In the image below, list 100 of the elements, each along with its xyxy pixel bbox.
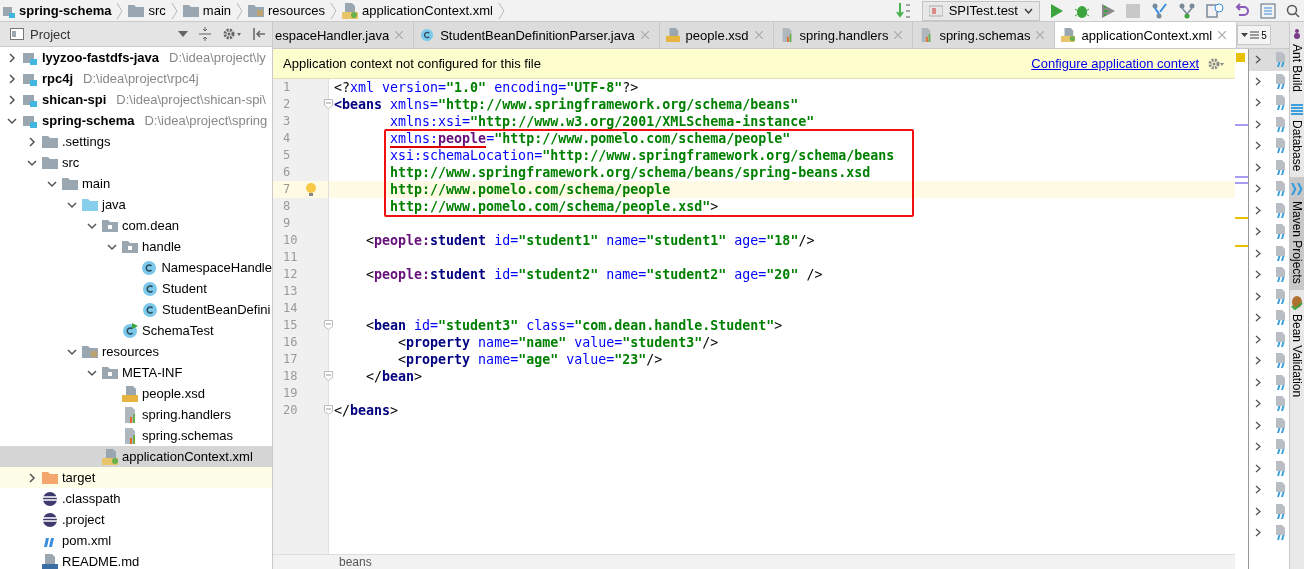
tree-item[interactable]: NamespaceHandle [0, 257, 272, 278]
chevron-icon[interactable] [1255, 248, 1261, 258]
tab-overflow-button[interactable]: 5 [1237, 25, 1271, 45]
tree-item[interactable]: spring.handlers [0, 404, 272, 425]
chevron-icon[interactable] [107, 241, 117, 252]
vcs-commit-icon[interactable] [1178, 1, 1196, 20]
tree-item[interactable]: handle [0, 236, 272, 257]
maven-project-icon[interactable] [1273, 331, 1287, 347]
maven-project-icon[interactable] [1273, 267, 1287, 283]
chevron-icon[interactable] [1255, 377, 1261, 387]
chevron-icon[interactable] [27, 136, 37, 147]
chevron-icon[interactable] [1255, 356, 1261, 366]
tree-item[interactable]: Student [0, 278, 272, 299]
close-icon[interactable] [754, 31, 763, 39]
run-icon[interactable] [1050, 2, 1064, 19]
chevron-icon[interactable] [1255, 55, 1261, 65]
close-icon[interactable] [1036, 31, 1045, 39]
chevron-icon[interactable] [7, 115, 17, 126]
settings-icon[interactable] [1207, 56, 1225, 71]
maven-project-icon[interactable] [1273, 245, 1287, 261]
close-icon[interactable] [1218, 31, 1227, 39]
chevron-icon[interactable] [7, 94, 17, 105]
chevron-icon[interactable] [1255, 420, 1261, 430]
chevron-icon[interactable] [87, 367, 97, 378]
chevron-icon[interactable] [1255, 270, 1261, 280]
editor-breadcrumb[interactable]: beans [339, 555, 372, 569]
maven-project-icon[interactable] [1273, 202, 1287, 218]
hide-panel-icon[interactable] [252, 27, 266, 41]
tree-item[interactable]: src [0, 152, 272, 173]
editor-tab[interactable]: StudentBeanDefinitionParser.java [414, 22, 660, 48]
tree-item[interactable]: target [0, 467, 272, 488]
lightbulb-icon[interactable] [305, 182, 317, 197]
maven-project-icon[interactable] [1273, 374, 1287, 390]
tree-item[interactable]: people.xsd [0, 383, 272, 404]
maven-project-icon[interactable] [1273, 138, 1287, 154]
chevron-icon[interactable] [1255, 506, 1261, 516]
editor-tab[interactable]: people.xsd [659, 22, 774, 48]
maven-project-icon[interactable] [1273, 353, 1287, 369]
tree-item[interactable]: lyyzoo-fastdfs-java D:\idea\project\ly [0, 47, 272, 68]
maven-project-icon[interactable] [1273, 417, 1287, 433]
tool-window-tab[interactable]: Database [1290, 98, 1304, 178]
caret-icon[interactable] [178, 31, 188, 37]
editor-tab[interactable]: spring.handlers [773, 22, 914, 48]
tree-item[interactable]: META-INF [0, 362, 272, 383]
tree-item[interactable]: SchemaTest [0, 320, 272, 341]
tree-item[interactable]: spring.schemas [0, 425, 272, 446]
chevron-icon[interactable] [27, 472, 37, 483]
maven-project-icon[interactable] [1273, 460, 1287, 476]
editor-tab[interactable]: espaceHandler.java [273, 22, 415, 48]
tree-item[interactable]: java [0, 194, 272, 215]
breadcrumb-item[interactable]: main [202, 3, 231, 18]
chevron-icon[interactable] [67, 199, 77, 210]
close-icon[interactable] [395, 31, 404, 39]
tree-item[interactable]: .classpath [0, 488, 272, 509]
fold-marker-icon[interactable] [324, 99, 333, 109]
chevron-icon[interactable] [1255, 205, 1261, 215]
chevron-icon[interactable] [7, 52, 17, 63]
maven-project-icon[interactable] [1273, 482, 1287, 498]
tool-window-tab[interactable]: Maven Projects [1290, 177, 1304, 291]
tree-item[interactable]: .project [0, 509, 272, 530]
search-icon[interactable] [1286, 3, 1300, 18]
tree-item[interactable]: spring-schema D:\idea\project\spring [0, 110, 272, 131]
history-icon[interactable] [1206, 1, 1224, 20]
fold-marker-icon[interactable] [324, 405, 333, 415]
maven-project-icon[interactable] [1273, 439, 1287, 455]
chevron-icon[interactable] [1255, 119, 1261, 129]
breadcrumb-item[interactable]: applicationContext.xml [362, 3, 493, 18]
configure-link[interactable]: Configure application context [1031, 56, 1199, 71]
breadcrumb-item[interactable]: src [148, 3, 166, 18]
chevron-icon[interactable] [1255, 98, 1261, 108]
chevron-icon[interactable] [1255, 399, 1261, 409]
tree-item[interactable]: pom.xml [0, 530, 272, 551]
chevron-icon[interactable] [47, 178, 57, 189]
fold-marker-icon[interactable] [324, 371, 333, 381]
chevron-icon[interactable] [87, 220, 97, 231]
maven-project-icon[interactable] [1273, 224, 1287, 240]
close-icon[interactable] [640, 31, 649, 39]
undo-icon[interactable] [1234, 2, 1250, 19]
tree-item[interactable]: StudentBeanDefini [0, 299, 272, 320]
tree-item[interactable]: rpc4j D:\idea\project\rpc4j [0, 68, 272, 89]
chevron-icon[interactable] [67, 346, 77, 357]
coverage-icon[interactable] [1100, 2, 1116, 19]
editor-tab[interactable]: spring.schemas [913, 22, 1056, 48]
chevron-icon[interactable] [1255, 442, 1261, 452]
maven-project-icon[interactable] [1273, 396, 1287, 412]
chevron-icon[interactable] [1255, 463, 1261, 473]
tree-item[interactable]: main [0, 173, 272, 194]
chevron-icon[interactable] [1255, 485, 1261, 495]
editor-tab[interactable]: applicationContext.xml [1055, 22, 1238, 48]
chevron-icon[interactable] [1255, 291, 1261, 301]
chevron-icon[interactable] [1255, 227, 1261, 237]
tree-item[interactable]: README.md [0, 551, 272, 569]
sort-icon[interactable] [895, 1, 912, 20]
close-icon[interactable] [894, 31, 903, 39]
tree-item[interactable]: .settings [0, 131, 272, 152]
project-view-dropdown[interactable]: Project [6, 26, 75, 42]
chevron-icon[interactable] [1255, 76, 1261, 86]
maven-project-icon[interactable] [1273, 159, 1287, 175]
chevron-icon[interactable] [1255, 334, 1261, 344]
maven-project-icon[interactable] [1273, 525, 1287, 541]
